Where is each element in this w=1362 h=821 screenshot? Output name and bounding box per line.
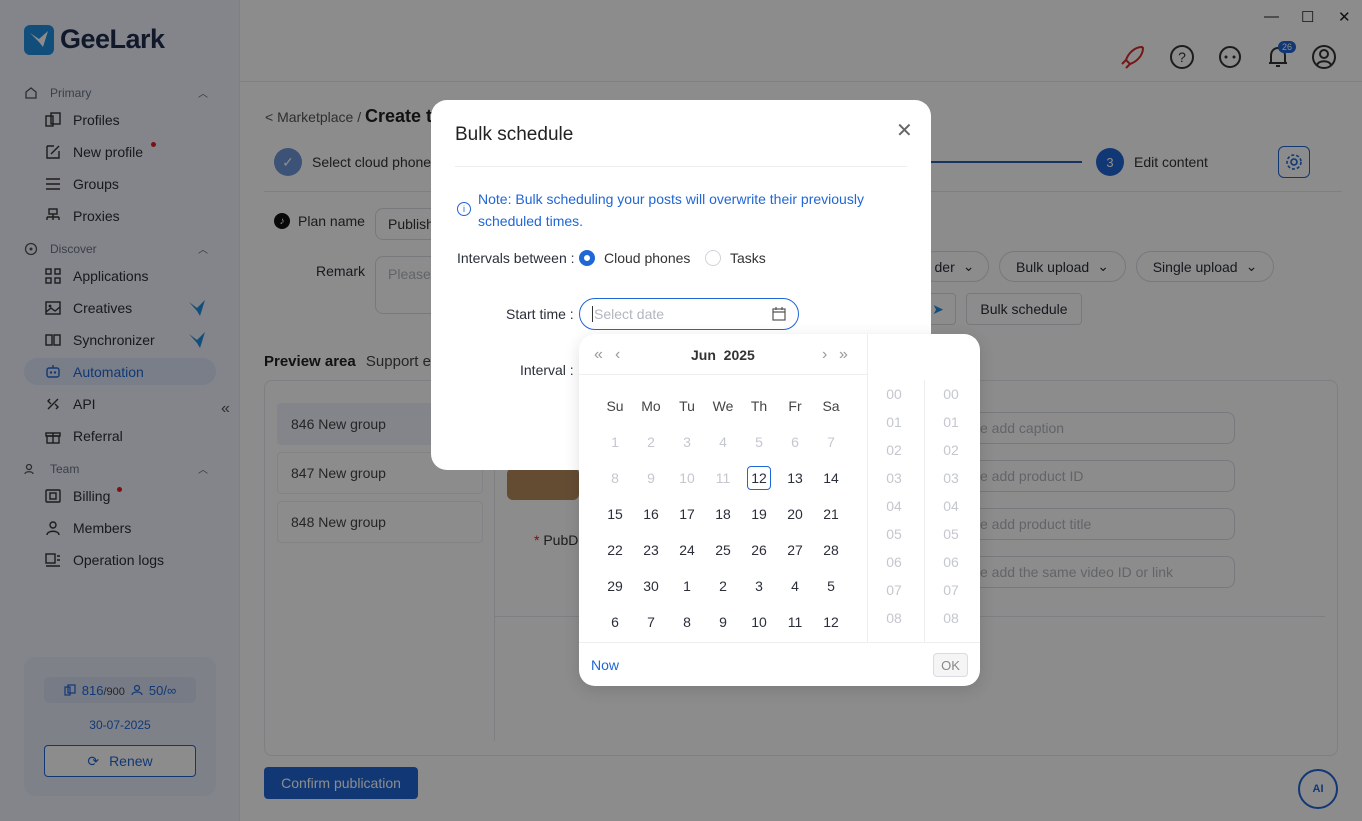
- intervals-label: Intervals between :: [457, 250, 575, 266]
- minute-option[interactable]: 06: [943, 548, 959, 576]
- calendar-day-disabled[interactable]: 5: [741, 424, 777, 460]
- minute-option[interactable]: 07: [943, 576, 959, 604]
- calendar-day[interactable]: 18: [705, 496, 741, 532]
- calendar-day[interactable]: 19: [741, 496, 777, 532]
- calendar-day[interactable]: 4: [777, 568, 813, 604]
- radio-unchecked: [705, 250, 721, 266]
- calendar-day-disabled[interactable]: 2: [633, 424, 669, 460]
- calendar-day-disabled[interactable]: 7: [813, 424, 849, 460]
- note-text: Note: Bulk scheduling your posts will ov…: [478, 191, 864, 229]
- ok-button[interactable]: OK: [933, 653, 968, 677]
- calendar-day[interactable]: 2: [705, 568, 741, 604]
- hours-column[interactable]: 00 01 02 03 04 05 06 07 08: [867, 380, 921, 632]
- radio-label: Cloud phones: [604, 250, 691, 266]
- calendar-day[interactable]: 6: [597, 604, 633, 640]
- calendar-day[interactable]: 29: [597, 568, 633, 604]
- interval-label: Interval :: [520, 362, 574, 378]
- calendar-day[interactable]: 3: [741, 568, 777, 604]
- calendar-day-disabled[interactable]: 6: [777, 424, 813, 460]
- calendar-day-disabled[interactable]: 4: [705, 424, 741, 460]
- calendar-day[interactable]: 5: [813, 568, 849, 604]
- weekday-header: Su: [606, 398, 624, 414]
- calendar-day-disabled[interactable]: 1: [597, 424, 633, 460]
- calendar-day[interactable]: 8: [669, 604, 705, 640]
- weekday-header: Mo: [641, 398, 661, 414]
- radio-checked: [579, 250, 595, 266]
- calendar-grid: Su Mo Tu We Th Fr Sa 1 2 3 4 5 6 7 8 9 10 11 12 13 14 15 16 17 1…: [597, 388, 849, 640]
- calendar-day[interactable]: 15: [597, 496, 633, 532]
- prev-year-icon[interactable]: «: [594, 346, 603, 364]
- calendar-day[interactable]: 11: [777, 604, 813, 640]
- calendar-day[interactable]: 22: [597, 532, 633, 568]
- calendar-day[interactable]: 13: [777, 460, 813, 496]
- hour-option[interactable]: 01: [886, 408, 902, 436]
- hour-option[interactable]: 04: [886, 492, 902, 520]
- hour-option[interactable]: 00: [886, 380, 902, 408]
- next-month-icon[interactable]: ›: [822, 346, 827, 364]
- minute-option[interactable]: 05: [943, 520, 959, 548]
- minute-option[interactable]: 02: [943, 436, 959, 464]
- calendar-icon: [772, 307, 786, 321]
- calendar-day-disabled[interactable]: 10: [669, 460, 705, 496]
- picker-divider: [579, 642, 980, 643]
- calendar-day-disabled[interactable]: 8: [597, 460, 633, 496]
- calendar-day[interactable]: 21: [813, 496, 849, 532]
- date-time-picker: « ‹ Jun 2025 › » Su Mo Tu We Th Fr Sa 1 2 3 4 5 6 7 8 9…: [579, 334, 980, 686]
- weekday-header: Sa: [822, 398, 840, 414]
- calendar-day[interactable]: 7: [633, 604, 669, 640]
- calendar-day[interactable]: 24: [669, 532, 705, 568]
- radio-tasks[interactable]: Tasks: [705, 250, 766, 266]
- next-year-icon[interactable]: »: [839, 346, 848, 364]
- calendar-day[interactable]: 27: [777, 532, 813, 568]
- calendar-day-disabled[interactable]: 3: [669, 424, 705, 460]
- year-label[interactable]: 2025: [724, 347, 755, 363]
- weekday-header: We: [712, 398, 734, 414]
- weekday-header: Tu: [679, 398, 695, 414]
- start-time-input[interactable]: Select date: [579, 298, 799, 330]
- calendar-day[interactable]: 25: [705, 532, 741, 568]
- calendar-day[interactable]: 10: [741, 604, 777, 640]
- weekday-header: Th: [750, 398, 768, 414]
- calendar-day[interactable]: 23: [633, 532, 669, 568]
- calendar-day[interactable]: 9: [705, 604, 741, 640]
- calendar-day[interactable]: 1: [669, 568, 705, 604]
- hour-option[interactable]: 02: [886, 436, 902, 464]
- minute-option[interactable]: 00: [943, 380, 959, 408]
- calendar-day-disabled[interactable]: 11: [705, 460, 741, 496]
- close-icon[interactable]: ✕: [896, 118, 913, 143]
- minutes-column[interactable]: 00 01 02 03 04 05 06 07 08: [924, 380, 978, 632]
- hour-option[interactable]: 06: [886, 548, 902, 576]
- calendar-day[interactable]: 30: [633, 568, 669, 604]
- hour-option[interactable]: 07: [886, 576, 902, 604]
- radio-label: Tasks: [730, 250, 766, 266]
- calendar-day-disabled[interactable]: 9: [633, 460, 669, 496]
- minute-option[interactable]: 03: [943, 464, 959, 492]
- modal-divider: [455, 166, 907, 167]
- prev-month-icon[interactable]: ‹: [615, 346, 620, 364]
- calendar-day[interactable]: 17: [669, 496, 705, 532]
- picker-divider: [579, 374, 867, 375]
- minute-option[interactable]: 08: [943, 604, 959, 632]
- weekday-header: Fr: [788, 398, 802, 414]
- info-icon: i: [457, 202, 471, 216]
- now-button[interactable]: Now: [591, 657, 619, 673]
- modal-title: Bulk schedule: [455, 124, 574, 145]
- minute-option[interactable]: 04: [943, 492, 959, 520]
- hour-option[interactable]: 03: [886, 464, 902, 492]
- calendar-day[interactable]: 26: [741, 532, 777, 568]
- start-time-label: Start time :: [506, 306, 574, 322]
- calendar-day[interactable]: 12: [813, 604, 849, 640]
- radio-cloud-phones[interactable]: Cloud phones: [579, 250, 690, 266]
- minute-option[interactable]: 01: [943, 408, 959, 436]
- calendar-day[interactable]: 14: [813, 460, 849, 496]
- month-label[interactable]: Jun: [691, 347, 716, 363]
- start-time-placeholder: Select date: [592, 306, 665, 322]
- calendar-day[interactable]: 28: [813, 532, 849, 568]
- calendar-day-today[interactable]: 12: [741, 460, 777, 496]
- hour-option[interactable]: 08: [886, 604, 902, 632]
- hour-option[interactable]: 05: [886, 520, 902, 548]
- calendar-day[interactable]: 16: [633, 496, 669, 532]
- month-year[interactable]: Jun 2025: [691, 347, 755, 363]
- calendar-day[interactable]: 20: [777, 496, 813, 532]
